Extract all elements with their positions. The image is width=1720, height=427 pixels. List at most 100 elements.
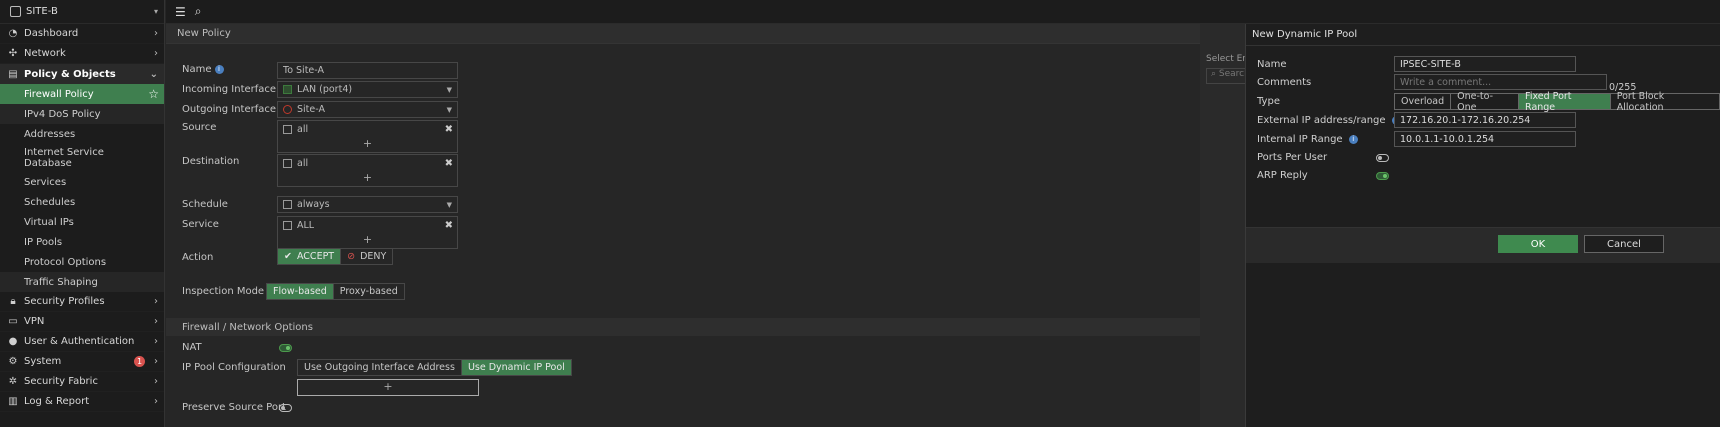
service-row: Service [182, 219, 219, 230]
type-port-block-allocation-button[interactable]: Port Block Allocation [1611, 91, 1719, 113]
nav-security-fabric[interactable]: ✲ Security Fabric › [0, 372, 164, 392]
chevron-down-icon: ⌄ [149, 68, 158, 80]
internal-ip-input[interactable]: 10.0.1.1-10.0.1.254 [1394, 131, 1576, 147]
nav-label: VPN [24, 316, 45, 327]
notification-badge: 1 [134, 356, 145, 367]
nav-virtual-ips[interactable]: Virtual IPs [0, 212, 164, 232]
type-toggle: Overload One-to-One Fixed Port Range Por… [1394, 91, 1720, 113]
nav-network[interactable]: ✣ Network › [0, 44, 164, 64]
search-icon[interactable]: ⌕ [195, 4, 202, 19]
remove-icon[interactable]: ✖ [445, 220, 453, 231]
nav-label: Log & Report [24, 396, 90, 407]
remove-icon[interactable]: ✖ [445, 158, 453, 169]
nav-label: IP Pools [24, 236, 63, 248]
external-ip-input[interactable]: 172.16.20.1-172.16.20.254 [1394, 112, 1576, 128]
search-icon: ⌕ [1211, 69, 1219, 79]
entry-search-placeholder: Search [1218, 69, 1245, 79]
calendar-icon [283, 200, 292, 209]
chevron-right-icon: › [154, 356, 158, 367]
add-source-button[interactable]: + [278, 137, 457, 152]
pool-name-input[interactable]: IPSEC-SITE-B [1394, 56, 1576, 72]
use-dynamic-ip-pool-button[interactable]: Use Dynamic IP Pool [461, 360, 571, 375]
accept-label: ACCEPT [296, 251, 335, 262]
name-input[interactable]: To Site-A [277, 62, 458, 79]
add-destination-button[interactable]: + [278, 171, 457, 186]
nav-internet-service-database[interactable]: Internet Service Database [0, 144, 164, 172]
internal-ip-row: Internal IP Range i [1257, 134, 1358, 145]
nav-security-profiles[interactable]: 🔒︎ Security Profiles › [0, 292, 164, 312]
nat-toggle[interactable] [279, 344, 292, 352]
source-select[interactable]: all ✖ + [277, 120, 458, 153]
type-one-to-one-button[interactable]: One-to-One [1451, 91, 1520, 113]
add-ip-pool-button[interactable]: + [297, 379, 479, 396]
vpn-icon: ▭ [8, 316, 18, 327]
nav-services[interactable]: Services [0, 172, 164, 192]
schedule-select[interactable]: always ▼ [277, 196, 458, 213]
nav-vpn[interactable]: ▭ VPN › [0, 312, 164, 332]
type-fixed-port-range-button[interactable]: Fixed Port Range [1519, 91, 1611, 113]
destination-value: all [297, 157, 309, 169]
add-service-button[interactable]: + [278, 233, 457, 248]
destination-select[interactable]: all ✖ + [277, 154, 458, 187]
service-label: Service [182, 219, 219, 230]
ports-per-user-toggle[interactable] [1376, 154, 1389, 162]
nav-label: Protocol Options [24, 256, 107, 268]
preserve-source-port-toggle[interactable] [279, 404, 292, 412]
service-select[interactable]: ALL ✖ + [277, 216, 458, 249]
nav-label: Security Profiles [24, 296, 105, 307]
menu-icon[interactable]: ☰ [175, 5, 186, 19]
user-icon: ● [8, 336, 18, 347]
remove-icon[interactable]: ✖ [445, 124, 453, 135]
tunnel-icon [283, 105, 292, 114]
incoming-label: Incoming Interface [182, 84, 277, 95]
nav-firewall-policy[interactable]: Firewall Policy ☆ [0, 84, 164, 104]
nav-label: Internet Service Database [24, 147, 104, 169]
nat-row: NAT [182, 342, 202, 353]
nav-protocol-options[interactable]: Protocol Options [0, 252, 164, 272]
type-overload-button[interactable]: Overload [1395, 94, 1452, 109]
device-name: SITE-B [26, 6, 58, 17]
nav-system[interactable]: ⚙ System 1 › [0, 352, 164, 372]
ippool-label: IP Pool Configuration [182, 362, 286, 373]
nav-ipv4-dos-policy[interactable]: IPv4 DoS Policy [0, 104, 164, 124]
chevron-right-icon: › [154, 28, 158, 39]
nav-label: Security Fabric [24, 376, 98, 387]
destination-row: Destination [182, 156, 239, 167]
info-icon: i [1348, 134, 1358, 144]
service-icon [283, 220, 292, 230]
outgoing-interface-select[interactable]: Site-A ▼ [277, 101, 458, 118]
lock-icon: 🔒︎ [10, 296, 16, 307]
nav-label: Dashboard [24, 28, 79, 39]
deny-button[interactable]: ⊘ DENY [341, 249, 392, 264]
nav-addresses[interactable]: Addresses [0, 124, 164, 144]
schedule-label: Schedule [182, 199, 228, 210]
top-bar: ☰ ⌕ [166, 0, 1720, 24]
use-outgoing-interface-button[interactable]: Use Outgoing Interface Address [298, 360, 462, 375]
proxy-based-button[interactable]: Proxy-based [334, 284, 404, 299]
nav-label: Services [24, 176, 67, 188]
flow-based-button[interactable]: Flow-based [267, 284, 334, 299]
nav-policy-objects[interactable]: ▤ Policy & Objects ⌄ [0, 64, 164, 84]
nav-user-authentication[interactable]: ● User & Authentication › [0, 332, 164, 352]
nav-ip-pools[interactable]: IP Pools [0, 232, 164, 252]
source-entry: all ✖ [278, 121, 457, 137]
ippool-toggle: Use Outgoing Interface Address Use Dynam… [297, 359, 572, 376]
cancel-button[interactable]: Cancel [1584, 235, 1664, 253]
nav-dashboard[interactable]: ◔ Dashboard › [0, 24, 164, 44]
nav-log-report[interactable]: ▥ Log & Report › [0, 392, 164, 412]
device-selector[interactable]: SITE-B ▾ [0, 0, 164, 24]
gear-icon: ⚙ [8, 356, 18, 367]
accept-button[interactable]: ✔ ACCEPT [278, 249, 342, 264]
nav-label: User & Authentication [24, 336, 135, 347]
chevron-right-icon: › [154, 316, 158, 327]
inspection-toggle: Flow-based Proxy-based [266, 283, 405, 300]
comments-input[interactable]: Write a comment... [1394, 74, 1607, 90]
fabric-icon: ✲ [8, 376, 18, 387]
nav-traffic-shaping[interactable]: Traffic Shaping [0, 272, 164, 292]
ok-button[interactable]: OK [1498, 235, 1578, 253]
star-icon[interactable]: ☆ [148, 87, 159, 101]
arp-reply-toggle[interactable] [1376, 172, 1389, 180]
entry-search-input[interactable]: ⌕ Search [1206, 68, 1246, 84]
nav-schedules[interactable]: Schedules [0, 192, 164, 212]
incoming-interface-select[interactable]: LAN (port4) ▼ [277, 81, 458, 98]
